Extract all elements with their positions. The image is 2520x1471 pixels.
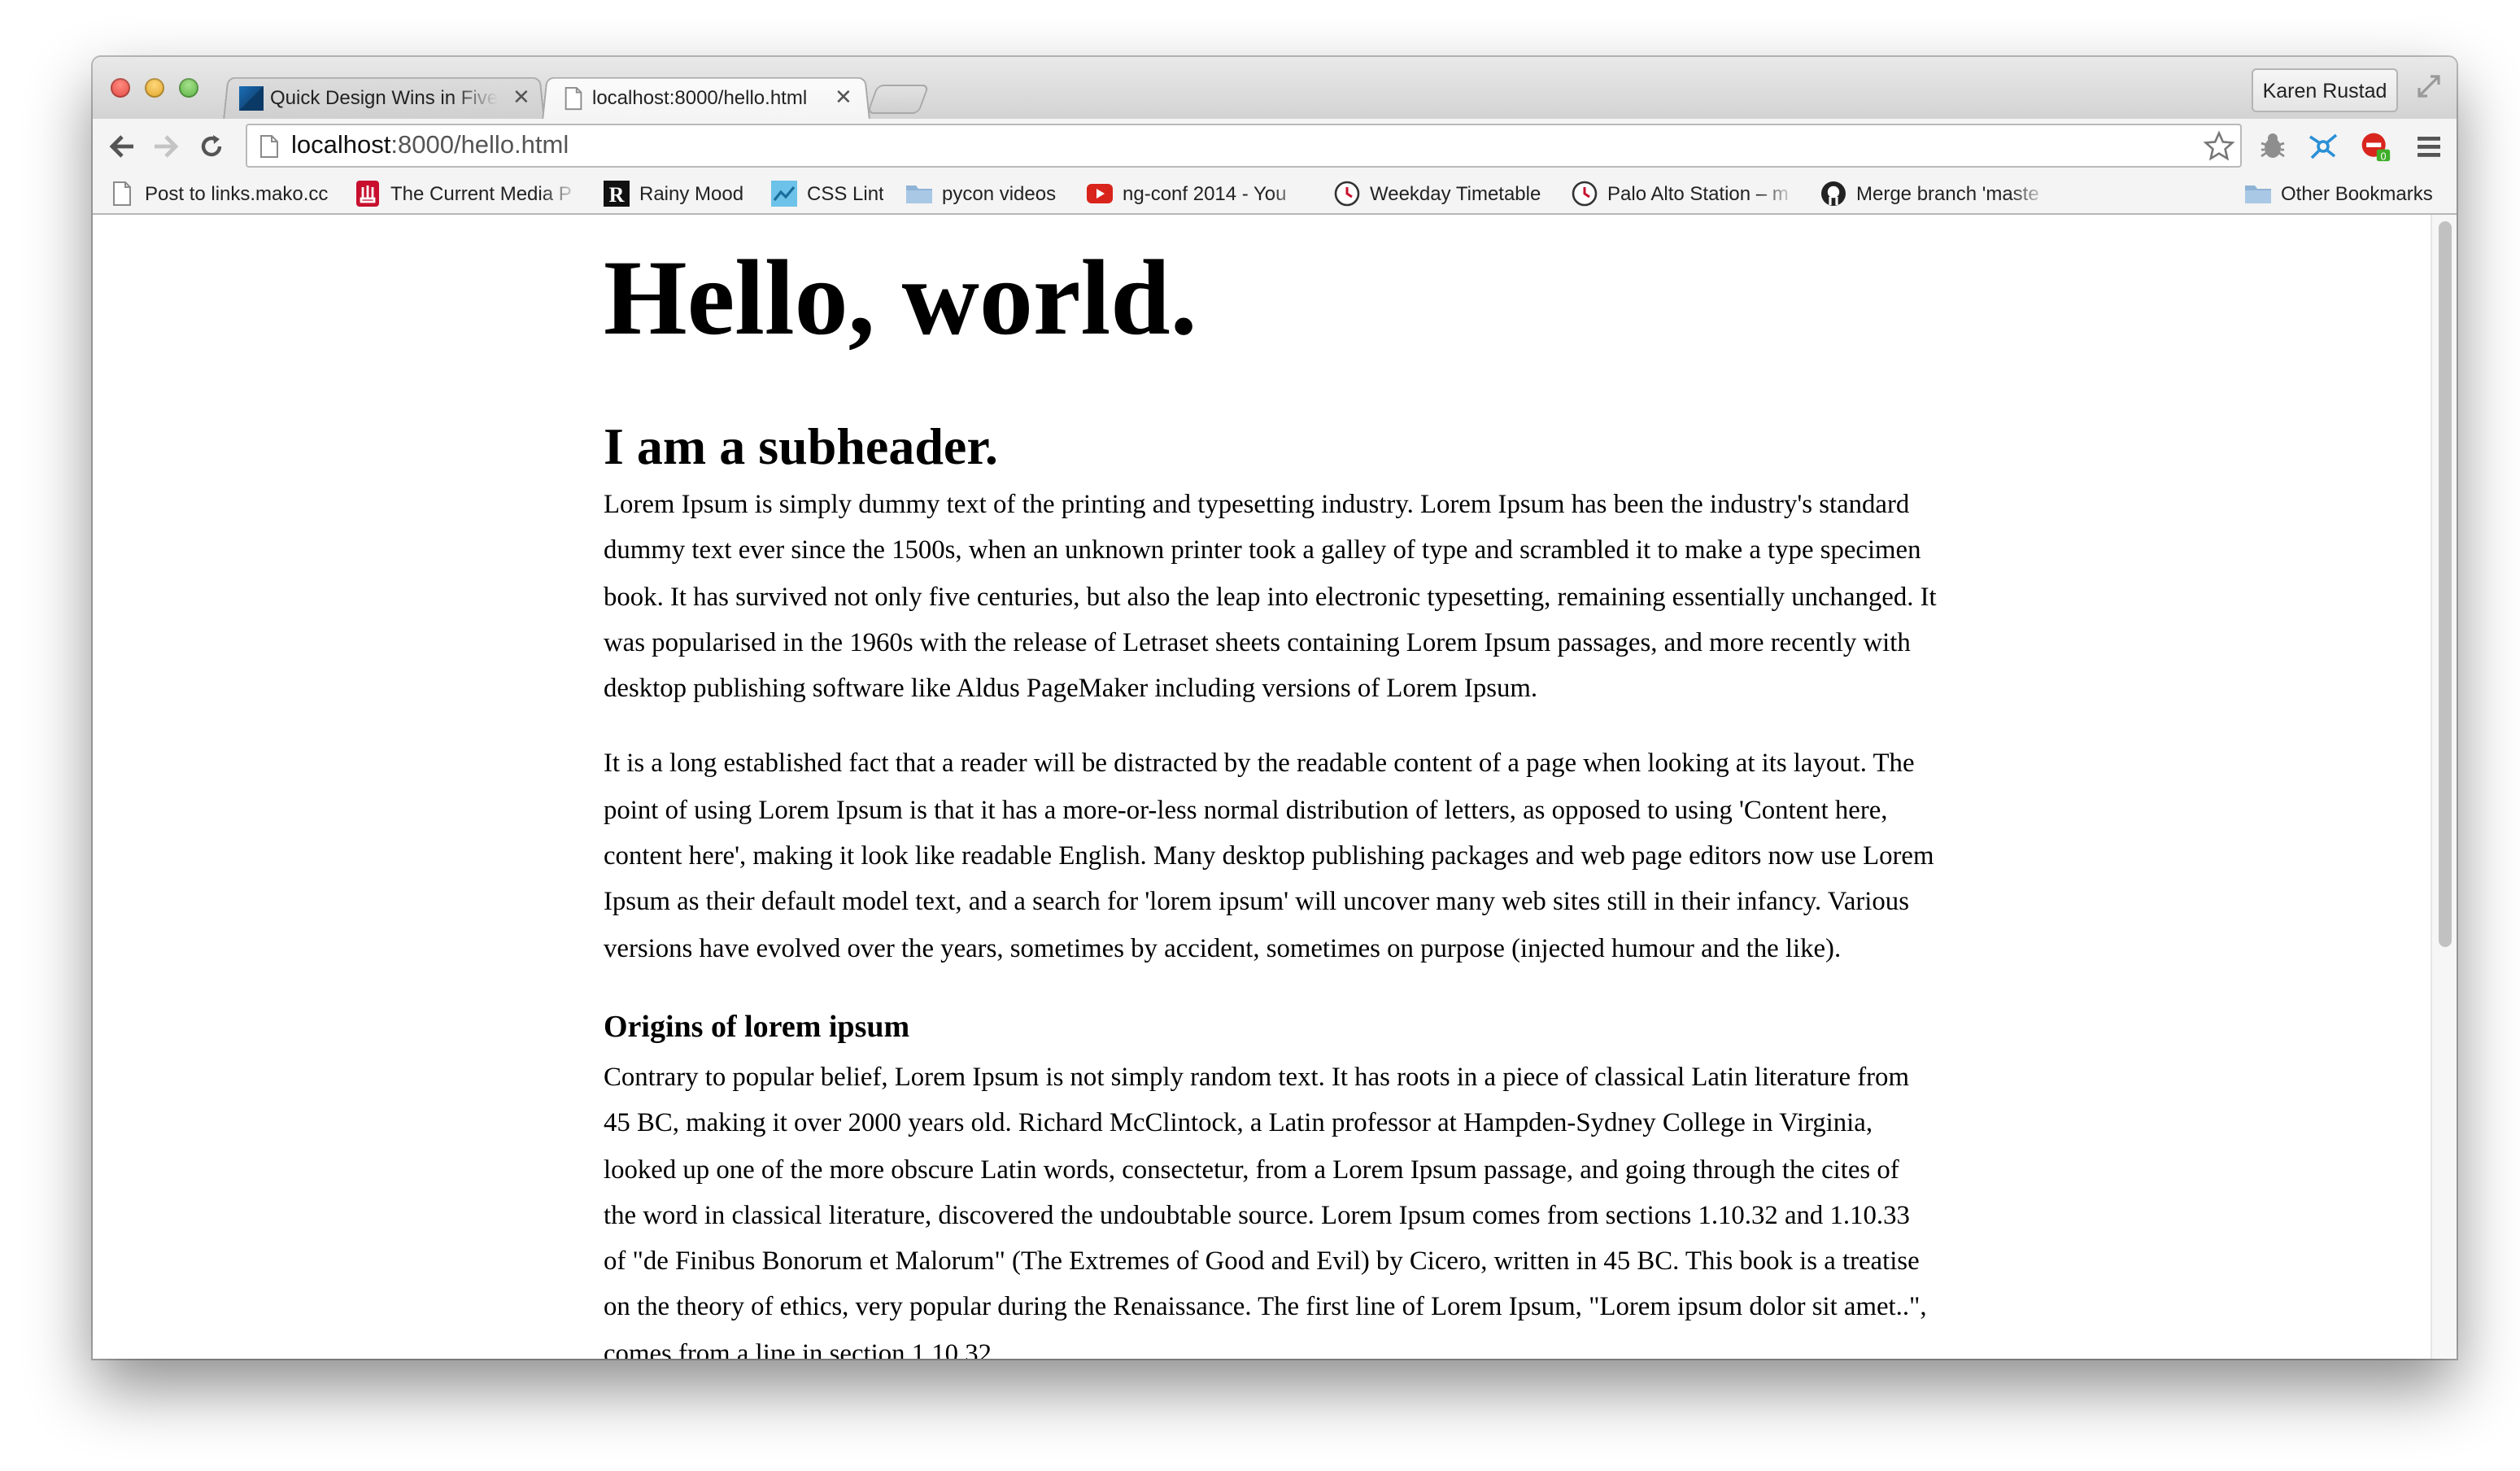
bookmark-label: The Current Media P: [390, 182, 572, 205]
tab-strip: Quick Design Wins in Five ✕ localhost:80…: [93, 57, 2457, 120]
scrollbar-thumb[interactable]: [2439, 221, 2452, 947]
forward-button[interactable]: [150, 130, 182, 163]
bug-icon: [2261, 133, 2285, 158]
paragraph-3: Contrary to popular belief, Lorem Ipsum …: [604, 1060, 1927, 1359]
hand-logo-icon: [356, 181, 379, 207]
bookmark-label: Palo Alto Station – m: [1607, 182, 1789, 205]
bookmark-label: Weekday Timetable: [1370, 182, 1541, 205]
r-logo-icon: R: [604, 181, 630, 207]
bookmark-label: Other Bookmarks: [2281, 182, 2433, 205]
extension-bug-button[interactable]: [2256, 130, 2289, 163]
tab-2-content: localhost:8000/hello.html ✕: [561, 78, 864, 117]
fullscreen-icon[interactable]: [2416, 73, 2442, 99]
minimize-window-button[interactable]: [145, 78, 164, 98]
bookmark-post-to-links[interactable]: Post to links.mako.cc: [109, 177, 328, 210]
url-host: localhost: [291, 132, 391, 159]
bookmark-merge-branch[interactable]: Merge branch 'maste: [1820, 177, 2048, 210]
reload-icon: [201, 135, 222, 157]
bookmark-label: Post to links.mako.cc: [145, 182, 329, 205]
menu-button[interactable]: [2413, 130, 2445, 163]
extension-adblock-button[interactable]: 0: [2359, 130, 2391, 163]
section-heading: Origins of lorem ipsum: [604, 1010, 910, 1045]
back-arrow-icon: [109, 135, 133, 158]
forward-arrow-icon: [155, 135, 179, 158]
toolbar: localhost:8000/hello.html 0: [93, 119, 2457, 174]
tab-close-icon[interactable]: ✕: [512, 85, 530, 111]
bookmark-label: Merge branch 'maste: [1856, 182, 2039, 205]
hamburger-menu-icon: [2418, 137, 2440, 157]
reload-button[interactable]: [195, 130, 228, 163]
bookmark-palo-alto-station[interactable]: Palo Alto Station – m: [1572, 177, 1796, 210]
browser-window: Quick Design Wins in Five ✕ localhost:80…: [93, 57, 2457, 1359]
url-path: :8000/hello.html: [390, 132, 569, 159]
back-button[interactable]: [106, 130, 138, 163]
tab-1-content: Quick Design Wins in Five ✕: [239, 78, 542, 117]
blue-gradient-favicon-icon: [239, 85, 264, 110]
page-icon: [565, 85, 582, 110]
network-icon: [2309, 133, 2338, 159]
page-subheader: I am a subheader.: [604, 417, 998, 475]
paragraph-1: Lorem Ipsum is simply dummy text of the …: [604, 488, 1937, 704]
article: Hello, world. I am a subheader. Lorem Ip…: [604, 215, 1938, 1359]
extension-network-button[interactable]: [2307, 130, 2339, 163]
close-window-button[interactable]: [111, 78, 130, 98]
folder-icon: [906, 186, 932, 203]
paragraph-2: It is a long established fact that a rea…: [604, 747, 1934, 963]
page-viewport: Hello, world. I am a subheader. Lorem Ip…: [93, 215, 2431, 1359]
bookmark-ng-conf[interactable]: ng-conf 2014 - You: [1087, 177, 1308, 210]
bookmarks-bar: Post to links.mako.cc The Current Media …: [93, 174, 2457, 215]
github-icon: [1821, 181, 1846, 206]
bookmark-current-media[interactable]: The Current Media P: [355, 177, 579, 210]
bookmark-rainy-mood[interactable]: R Rainy Mood: [604, 177, 743, 210]
bookmark-label: Rainy Mood: [639, 182, 744, 205]
profile-button[interactable]: Karen Rustad: [2252, 68, 2398, 112]
address-bar[interactable]: localhost:8000/hello.html: [246, 124, 2242, 168]
bookmark-css-lint[interactable]: CSS Lint: [771, 177, 884, 210]
bookmark-label: pycon videos: [942, 182, 1057, 205]
new-tab-button[interactable]: [866, 85, 930, 114]
tab-close-icon[interactable]: ✕: [835, 85, 852, 111]
csslint-icon: [771, 181, 797, 207]
page-icon: [260, 135, 278, 158]
vertical-scrollbar[interactable]: [2431, 215, 2457, 1359]
bookmark-weekday-timetable[interactable]: Weekday Timetable: [1334, 177, 1541, 210]
clock-icon: [1572, 181, 1598, 207]
stop-sign-icon: 0: [2361, 133, 2391, 162]
url-text: localhost:8000/hello.html: [291, 132, 569, 161]
tab-title: localhost:8000/hello.html: [592, 86, 808, 109]
bookmark-pycon-videos[interactable]: pycon videos: [906, 177, 1056, 210]
desktop: Quick Design Wins in Five ✕ localhost:80…: [0, 0, 2520, 1471]
bookmark-star-icon[interactable]: [2203, 130, 2235, 163]
other-bookmarks-folder[interactable]: Other Bookmarks: [2245, 177, 2433, 210]
youtube-icon: [1087, 184, 1113, 203]
page-icon: [113, 181, 131, 206]
page-heading: Hello, world.: [604, 239, 1197, 358]
bookmark-label: CSS Lint: [807, 182, 884, 205]
tab-title: Quick Design Wins in Five: [270, 86, 498, 109]
folder-icon: [2245, 186, 2271, 203]
maximize-window-button[interactable]: [179, 78, 198, 98]
extension-badge-count: 0: [2380, 150, 2386, 162]
svg-text:R: R: [609, 183, 625, 207]
clock-icon: [1334, 181, 1360, 207]
bookmark-label: ng-conf 2014 - You: [1123, 182, 1287, 205]
